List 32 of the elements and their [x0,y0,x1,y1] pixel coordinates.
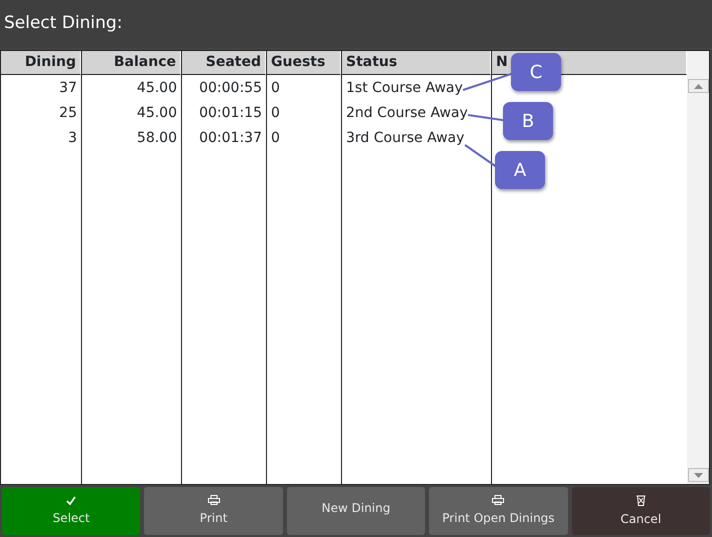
table-cell: 1st Course Away [346,80,463,96]
table-cell: 00:01:15 [199,105,262,121]
table-cell: 3 [68,130,77,146]
table-cell: 0 [271,80,280,96]
printer-icon [208,495,220,505]
trash-icon [636,494,646,506]
table-cell: 3rd Course Away [346,130,464,146]
table-cell: 25 [59,105,77,121]
scroll-bar[interactable] [687,51,709,484]
action-button[interactable]: Select [2,487,140,535]
scroll-up-icon[interactable] [688,79,709,93]
callout-label: A [495,151,545,189]
window-title: Select Dining: [4,12,122,36]
table-cell: 00:00:55 [199,80,262,96]
table-cell: 58.00 [136,130,177,146]
callout-label: C [511,53,561,91]
action-button[interactable]: Print [144,487,283,535]
callout-label: B [503,102,553,140]
table-cell: 45.00 [136,105,177,121]
table-cell: 0 [271,105,280,121]
table-cell: 2nd Course Away [346,105,468,121]
action-button[interactable]: Cancel [572,487,710,535]
printer-icon [492,495,504,505]
action-button[interactable]: New Dining [286,487,426,535]
column-header[interactable]: N [496,54,508,70]
table-cell: 37 [59,80,77,96]
table-cell: 45.00 [136,80,177,96]
check-icon [66,496,76,504]
scroll-down-icon[interactable] [688,468,709,482]
action-button[interactable]: Print Open Dinings [429,487,568,535]
table-cell: 00:01:37 [199,130,262,146]
table-cell: 0 [271,130,280,146]
